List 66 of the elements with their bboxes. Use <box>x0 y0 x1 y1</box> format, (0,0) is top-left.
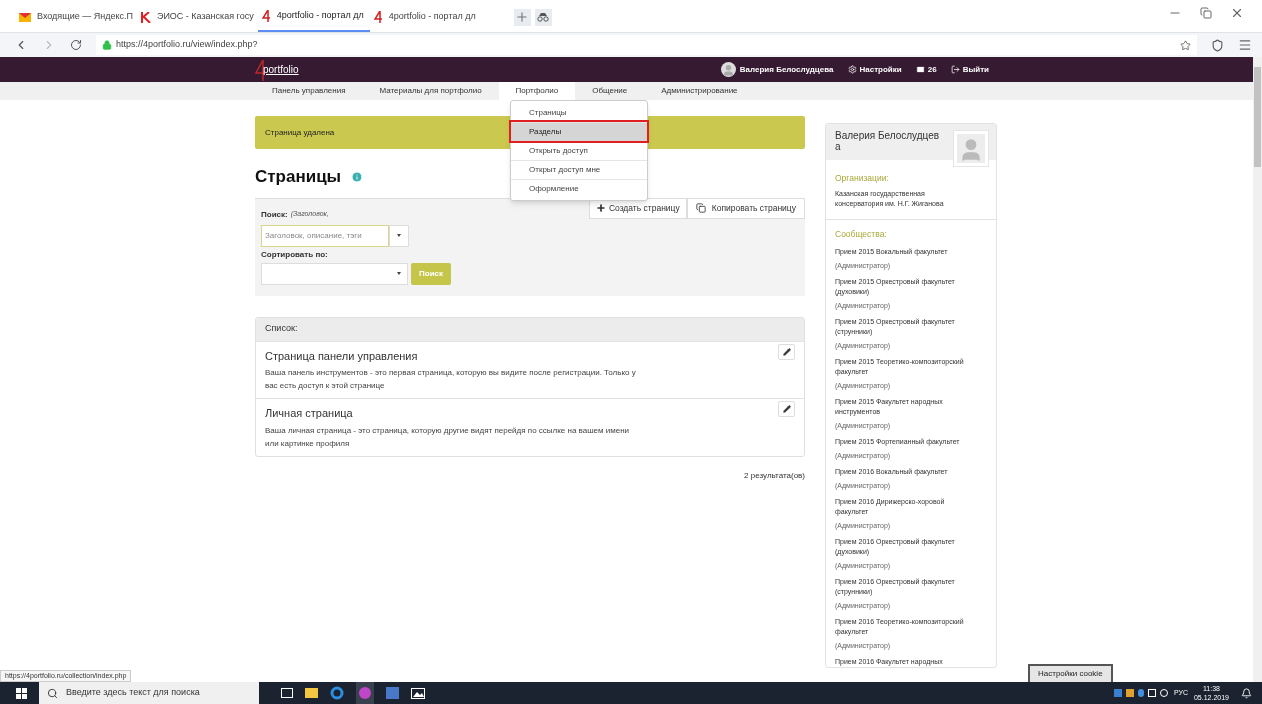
bookmark-star-icon[interactable] <box>1180 39 1191 51</box>
results-count: 2 результата(ов) <box>743 469 805 482</box>
incognito-icon[interactable] <box>534 8 552 26</box>
menu-icon[interactable] <box>1238 38 1252 52</box>
settings-link[interactable]: Настройки <box>847 63 902 76</box>
nav-item[interactable]: Администрирование <box>644 82 755 100</box>
browser-tab[interactable]: ЭИОС - Казанская госу <box>136 2 258 32</box>
letter-k-icon <box>140 11 151 23</box>
windows-start-icon[interactable] <box>16 687 27 699</box>
user-profile-link[interactable]: Валерия Белослудцева <box>720 62 834 77</box>
dropdown-item[interactable]: Разделы <box>511 122 647 141</box>
dropdown-item[interactable]: Открыть доступ <box>511 141 647 160</box>
search-icon <box>47 687 58 699</box>
list-item-description: Ваша личная страница - это страница, которую другие видят перейдя по ссылке на вашем имени или картинке профиля <box>265 424 631 450</box>
logout-link[interactable]: Выйти <box>950 63 989 76</box>
cookie-settings-button[interactable]: Настройки cookie <box>1028 664 1113 682</box>
list-header: Список: <box>256 317 804 341</box>
communities-heading: Сообщества: <box>835 227 888 241</box>
copy-icon <box>695 203 706 213</box>
profile-name: Валерия Белослудцева <box>835 130 941 152</box>
address-field[interactable]: https://4portfolio.ru/view/index.php? <box>96 35 1197 55</box>
browser-tab[interactable]: Входящие — Яндекс.П <box>15 2 137 32</box>
nav-item[interactable]: Портфолио <box>498 82 576 100</box>
four-logo-icon <box>261 10 271 22</box>
shield-icon[interactable] <box>1211 38 1224 52</box>
envelope-icon <box>19 12 31 22</box>
dropdown-item[interactable]: Оформление <box>511 179 647 198</box>
notifications-icon[interactable] <box>1241 687 1252 699</box>
organizations-heading: Организации: <box>835 172 890 185</box>
task-view-icon[interactable] <box>281 688 293 698</box>
caret-icon <box>397 234 401 237</box>
edit-button[interactable] <box>778 343 795 360</box>
lock-icon <box>102 40 112 50</box>
four-logo-icon <box>373 11 383 23</box>
restore-icon[interactable] <box>1200 6 1212 19</box>
nav-item[interactable]: Материалы для портфолио <box>362 82 499 100</box>
search-field[interactable]: Заголовок, описание, тэги <box>261 224 389 247</box>
gears-icon <box>847 65 857 74</box>
app-icon[interactable] <box>356 682 374 704</box>
envelope-icon <box>915 65 925 74</box>
search-label: Поиск: <box>261 208 288 221</box>
browser-e-icon[interactable] <box>330 686 344 700</box>
avatar-icon <box>720 62 736 77</box>
list-item-description: Ваша панель инструментов - это первая страница, которую вы видите после регистрации. Только у вас есть доступ к этой странице <box>265 367 637 392</box>
info-icon[interactable] <box>351 170 364 183</box>
image-icon[interactable] <box>411 687 425 699</box>
site-logo[interactable]: portfolio <box>255 57 299 82</box>
pencil-icon <box>782 405 791 413</box>
plus-icon <box>595 203 606 213</box>
page-title: Страницы <box>255 166 342 188</box>
edit-button[interactable] <box>778 401 795 417</box>
sort-label: Сортировать по: <box>261 248 329 261</box>
dropdown-item[interactable]: Открыт доступ мне <box>511 160 647 179</box>
nav-item[interactable]: Панель управления <box>255 82 363 100</box>
list-item-title[interactable]: Страница панели управления <box>265 347 418 364</box>
logout-icon <box>950 65 960 74</box>
taskbar-search-field[interactable]: Введите здесь текст для поиска <box>39 682 259 704</box>
scrollbar[interactable] <box>1253 57 1262 682</box>
caret-icon <box>397 272 401 275</box>
nav-item[interactable]: Общение <box>575 82 645 100</box>
list-item-title[interactable]: Личная страница <box>265 405 353 422</box>
messages-link[interactable]: 26 <box>915 63 937 76</box>
browser-tab[interactable]: 4portfolio - портал дл <box>369 2 482 32</box>
copy-page-button[interactable]: Копировать страницу <box>686 197 805 219</box>
pencil-icon <box>782 347 791 356</box>
reload-icon[interactable] <box>70 39 82 51</box>
